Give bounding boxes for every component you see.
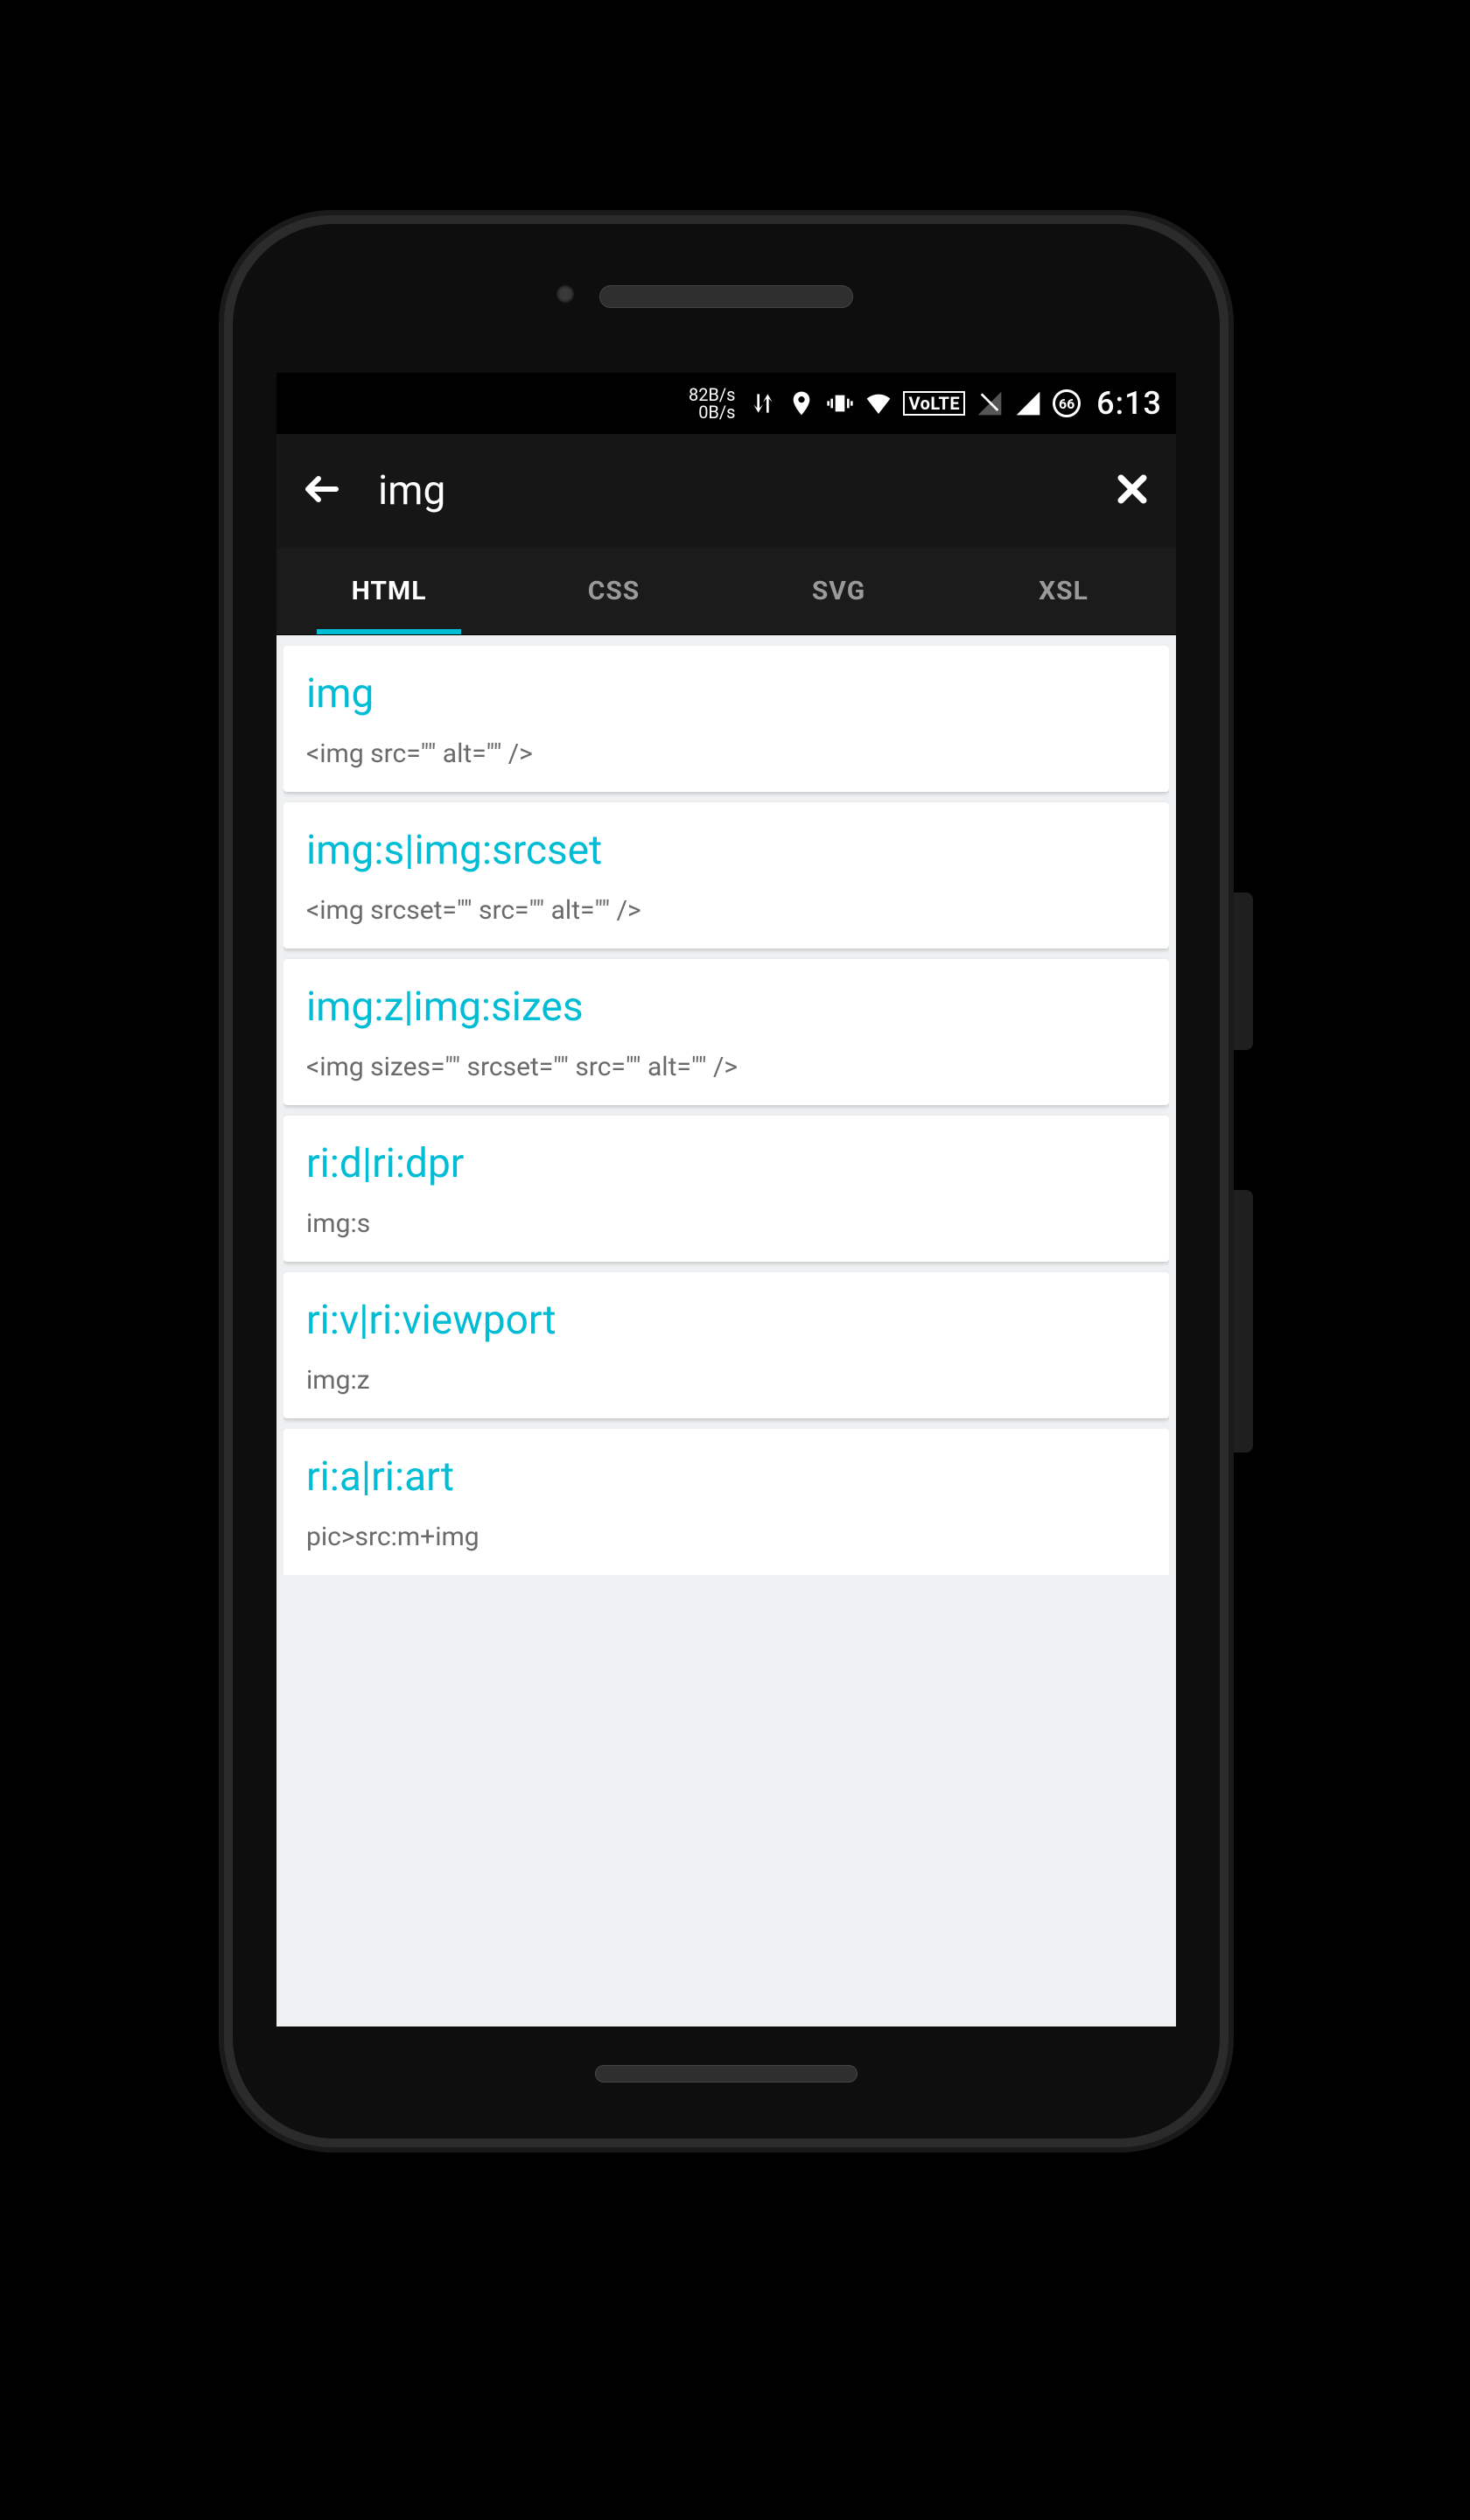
result-subtitle: img:z bbox=[306, 1365, 1146, 1396]
signal-no-sim-icon bbox=[976, 389, 1004, 417]
tab-bar: HTML CSS SVG XSL bbox=[276, 548, 1176, 635]
side-button-power bbox=[1234, 892, 1253, 1050]
result-title: img:s|img:srcset bbox=[306, 827, 1146, 874]
list-item[interactable]: ri:a|ri:art pic>src:m+img bbox=[284, 1429, 1169, 1575]
battery-icon: 66 bbox=[1053, 389, 1081, 417]
tab-label: SVG bbox=[812, 576, 865, 606]
search-bar: img bbox=[276, 434, 1176, 548]
battery-level: 66 bbox=[1059, 396, 1074, 412]
tab-xsl[interactable]: XSL bbox=[951, 548, 1176, 634]
data-icon bbox=[749, 389, 777, 417]
list-item[interactable]: ri:d|ri:dpr img:s bbox=[284, 1116, 1169, 1262]
tab-label: CSS bbox=[588, 576, 640, 606]
result-title: ri:a|ri:art bbox=[306, 1453, 1146, 1501]
phone-frame: 82B/s 0B/s VoLTE bbox=[219, 210, 1234, 2152]
tab-html[interactable]: HTML bbox=[276, 548, 501, 634]
result-subtitle: img:s bbox=[306, 1208, 1146, 1239]
side-button-volume bbox=[1234, 1190, 1253, 1452]
status-bar: 82B/s 0B/s VoLTE bbox=[276, 373, 1176, 434]
result-title: img:z|img:sizes bbox=[306, 984, 1146, 1031]
list-item[interactable]: img:s|img:srcset <img srcset="" src="" a… bbox=[284, 802, 1169, 948]
front-camera bbox=[556, 285, 574, 303]
tab-label: XSL bbox=[1039, 576, 1088, 606]
results-list[interactable]: img <img src="" alt="" /> img:s|img:srcs… bbox=[276, 635, 1176, 2026]
result-subtitle: pic>src:m+img bbox=[306, 1522, 1146, 1552]
result-subtitle: <img src="" alt="" /> bbox=[306, 738, 1146, 769]
bottom-speaker bbox=[595, 2065, 858, 2082]
tab-css[interactable]: CSS bbox=[501, 548, 726, 634]
result-title: img bbox=[306, 670, 1146, 718]
search-input[interactable]: img bbox=[378, 467, 1078, 514]
net-up: 82B/s bbox=[689, 386, 736, 403]
net-down: 0B/s bbox=[698, 403, 735, 421]
clock: 6:13 bbox=[1096, 385, 1162, 422]
vibrate-icon bbox=[826, 389, 854, 417]
arrow-left-icon bbox=[301, 468, 343, 510]
result-title: ri:v|ri:viewport bbox=[306, 1297, 1146, 1344]
signal-icon bbox=[1014, 389, 1042, 417]
list-item[interactable]: img <img src="" alt="" /> bbox=[284, 646, 1169, 792]
earpiece-speaker bbox=[599, 285, 853, 308]
list-item[interactable]: ri:v|ri:viewport img:z bbox=[284, 1272, 1169, 1418]
back-button[interactable] bbox=[301, 468, 343, 514]
result-subtitle: <img sizes="" srcset="" src="" alt="" /> bbox=[306, 1052, 1146, 1082]
tab-label: HTML bbox=[352, 576, 427, 606]
network-speed: 82B/s 0B/s bbox=[689, 386, 736, 421]
clear-search-button[interactable] bbox=[1113, 470, 1152, 512]
list-item[interactable]: img:z|img:sizes <img sizes="" srcset="" … bbox=[284, 959, 1169, 1105]
close-icon bbox=[1113, 470, 1152, 508]
result-title: ri:d|ri:dpr bbox=[306, 1140, 1146, 1187]
wifi-icon bbox=[864, 389, 892, 417]
location-icon bbox=[788, 389, 816, 417]
screen: 82B/s 0B/s VoLTE bbox=[276, 373, 1176, 2026]
result-subtitle: <img srcset="" src="" alt="" /> bbox=[306, 895, 1146, 926]
volte-badge: VoLTE bbox=[903, 391, 965, 416]
tab-svg[interactable]: SVG bbox=[726, 548, 951, 634]
